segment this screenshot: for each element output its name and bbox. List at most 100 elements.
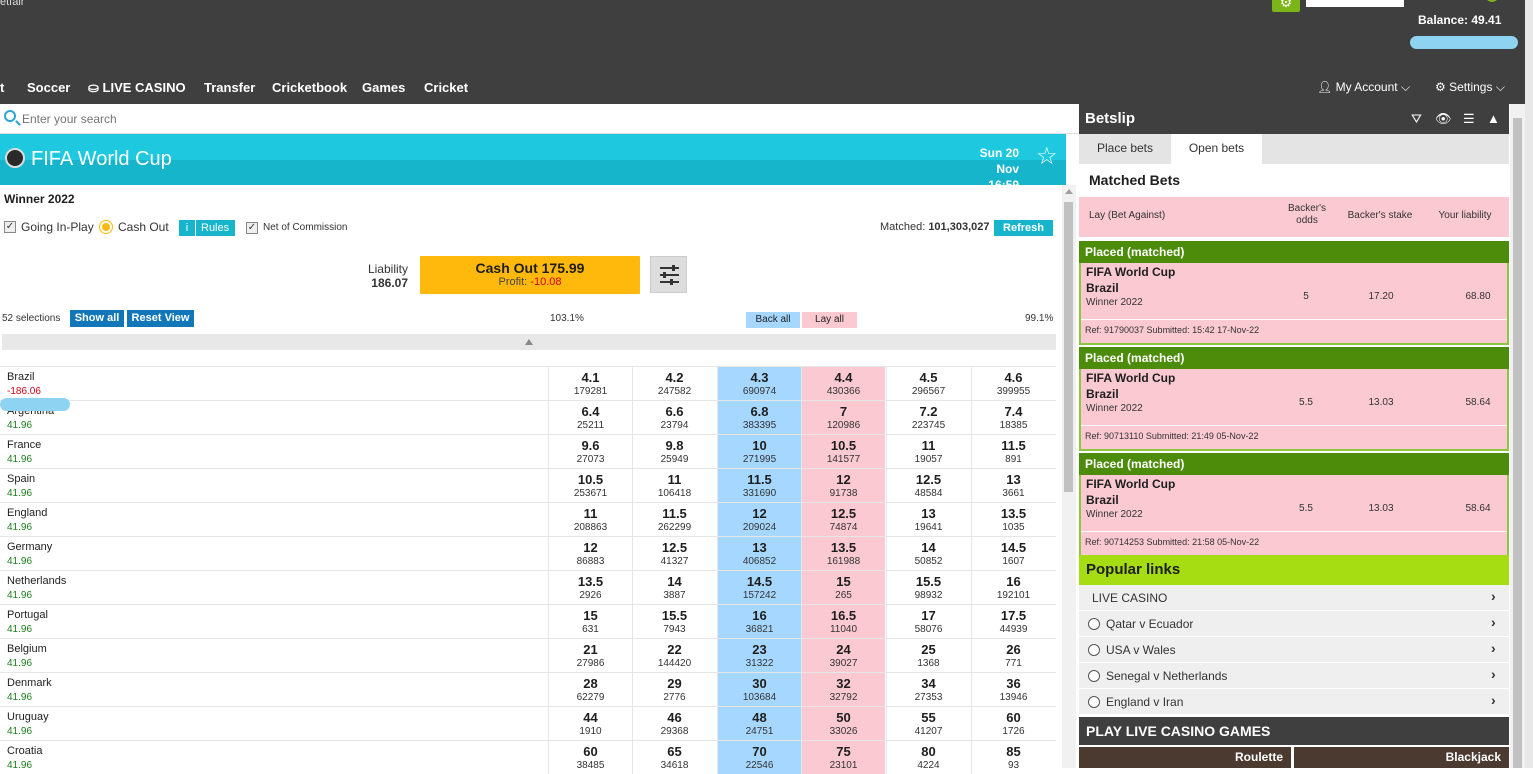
market-scrollbar[interactable] [1062,185,1076,768]
scroll-thumb[interactable] [1064,202,1073,492]
back-odds-cell[interactable]: 6.4 25211 [548,401,632,434]
lay-odds-cell[interactable]: 32 32792 [801,673,885,706]
back-odds-cell[interactable]: 6.6 23794 [632,401,716,434]
back-odds-cell[interactable]: 29 2776 [632,673,716,706]
back-odds-cell[interactable]: 4.1 179281 [548,367,632,400]
lay-odds-cell[interactable]: 7 120986 [801,401,885,434]
cashout-button[interactable]: Cash Out 175.99 Profit: -10.08 [420,256,640,294]
back-all-button[interactable]: Back all [746,312,800,328]
lay-odds-cell[interactable]: 13 19641 [886,503,970,536]
back-odds-cell[interactable]: 60 38485 [548,741,632,774]
back-odds-cell[interactable]: 12.5 41327 [632,537,716,570]
back-odds-cell[interactable]: 23 31322 [717,639,801,672]
lay-odds-cell[interactable]: 14.5 1607 [971,537,1055,570]
lay-odds-cell[interactable]: 16.5 11040 [801,605,885,638]
net-commission-checkbox[interactable]: ✓ [246,222,258,234]
lay-odds-cell[interactable]: 15 265 [801,571,885,604]
lay-odds-cell[interactable]: 10.5 141577 [801,435,885,468]
runner-name[interactable]: Netherlands [7,575,66,587]
lay-odds-cell[interactable]: 15.5 98932 [886,571,970,604]
tab-place-bets[interactable]: Place bets [1079,134,1171,164]
collapse-bar[interactable] [2,334,1056,350]
runner-name[interactable]: Uruguay [7,711,49,723]
back-odds-cell[interactable]: 10.5 253671 [548,469,632,502]
back-odds-cell[interactable]: 6.8 383395 [717,401,801,434]
back-odds-cell[interactable]: 65 34618 [632,741,716,774]
nav-item-games[interactable]: Games [362,80,405,95]
nav-item-soccer[interactable]: Soccer [27,80,70,95]
back-odds-cell[interactable]: 15 631 [548,605,632,638]
lay-odds-cell[interactable]: 14 50852 [886,537,970,570]
lay-odds-cell[interactable]: 60 1726 [971,707,1055,740]
back-odds-cell[interactable]: 11.5 331690 [717,469,801,502]
lay-odds-cell[interactable]: 12 91738 [801,469,885,502]
settings-menu[interactable]: ⚙ Settings ⌵ [1435,80,1505,95]
runner-name[interactable]: Croatia [7,745,42,757]
lay-odds-cell[interactable]: 80 4224 [886,741,970,774]
back-odds-cell[interactable]: 14 3887 [632,571,716,604]
nav-item-cut[interactable]: t [0,80,4,95]
lay-odds-cell[interactable]: 17.5 44939 [971,605,1055,638]
runner-name[interactable]: Germany [7,541,52,553]
lay-odds-cell[interactable]: 12.5 74874 [801,503,885,536]
window-scrollbar[interactable] [1525,0,1533,768]
back-odds-cell[interactable]: 70 22546 [717,741,801,774]
lay-odds-cell[interactable]: 34 27353 [886,673,970,706]
chevron-up-icon[interactable]: ▲ [1487,111,1500,126]
popular-link-item[interactable]: England v Iran › [1079,689,1509,715]
game-tile-roulette[interactable]: Roulette [1079,747,1291,768]
my-account-menu[interactable]: 👤︎ My Account ⌵ [1317,80,1410,95]
lay-odds-cell[interactable]: 7.2 223745 [886,401,970,434]
back-odds-cell[interactable]: 11 106418 [632,469,716,502]
back-odds-cell[interactable]: 12 209024 [717,503,801,536]
scroll-up-arrow-icon[interactable] [1065,189,1073,194]
going-inplay-checkbox[interactable]: ✓ [4,221,16,233]
runner-name[interactable]: Portugal [7,609,48,621]
favourite-star-icon[interactable]: ☆ [1036,145,1058,169]
back-odds-cell[interactable]: 13 406852 [717,537,801,570]
lay-odds-cell[interactable]: 4.4 430366 [801,367,885,400]
back-odds-cell[interactable]: 9.8 25949 [632,435,716,468]
lay-odds-cell[interactable]: 55 41207 [886,707,970,740]
popular-link-item[interactable]: Qatar v Ecuador › [1079,611,1509,637]
sort-list-icon[interactable]: ☰ [1463,111,1475,127]
runner-name[interactable]: England [7,507,47,519]
betslip-scrollbar[interactable] [1510,104,1525,768]
lay-odds-cell[interactable]: 75 23101 [801,741,885,774]
nav-item-live-casino[interactable]: ⛀ LIVE CASINO [88,80,186,96]
runner-name[interactable]: Spain [7,473,35,485]
lay-odds-cell[interactable]: 4.5 296567 [886,367,970,400]
popular-link-item[interactable]: USA v Wales › [1079,637,1509,663]
lay-odds-cell[interactable]: 50 33026 [801,707,885,740]
reset-view-button[interactable]: Reset View [127,310,194,327]
lay-odds-cell[interactable]: 13.5 1035 [971,503,1055,536]
back-odds-cell[interactable]: 30 103684 [717,673,801,706]
lay-odds-cell[interactable]: 4.6 399955 [971,367,1055,400]
lay-odds-cell[interactable]: 13.5 161988 [801,537,885,570]
search-icon[interactable] [4,110,16,122]
cashout-settings-sliders-icon[interactable] [650,256,687,293]
back-odds-cell[interactable]: 28 62279 [548,673,632,706]
back-odds-cell[interactable]: 22 144420 [632,639,716,672]
back-odds-cell[interactable]: 44 1910 [548,707,632,740]
eye-icon[interactable]: 👁︎ [1435,111,1452,127]
search-input[interactable] [22,110,422,128]
back-odds-cell[interactable]: 11.5 262299 [632,503,716,536]
tab-open-bets[interactable]: Open bets [1171,134,1262,164]
nav-item-transfer[interactable]: Transfer [204,80,255,95]
refresh-button[interactable]: Refresh [994,220,1053,236]
popular-link-item[interactable]: LIVE CASINO › [1079,585,1509,611]
back-odds-cell[interactable]: 46 29368 [632,707,716,740]
back-odds-cell[interactable]: 11 208863 [548,503,632,536]
lay-odds-cell[interactable]: 11 19057 [886,435,970,468]
runner-name[interactable]: Brazil [7,371,35,383]
back-odds-cell[interactable]: 16 36821 [717,605,801,638]
back-odds-cell[interactable]: 12 86883 [548,537,632,570]
game-tile-blackjack[interactable]: Blackjack [1294,747,1509,768]
show-all-button[interactable]: Show all [70,310,124,327]
back-odds-cell[interactable]: 9.6 27073 [548,435,632,468]
nav-item-cricketbook[interactable]: Cricketbook [272,80,347,95]
runner-name[interactable]: Belgium [7,643,47,655]
back-odds-cell[interactable]: 4.3 690974 [717,367,801,400]
rules-button[interactable]: i Rules [179,220,235,236]
